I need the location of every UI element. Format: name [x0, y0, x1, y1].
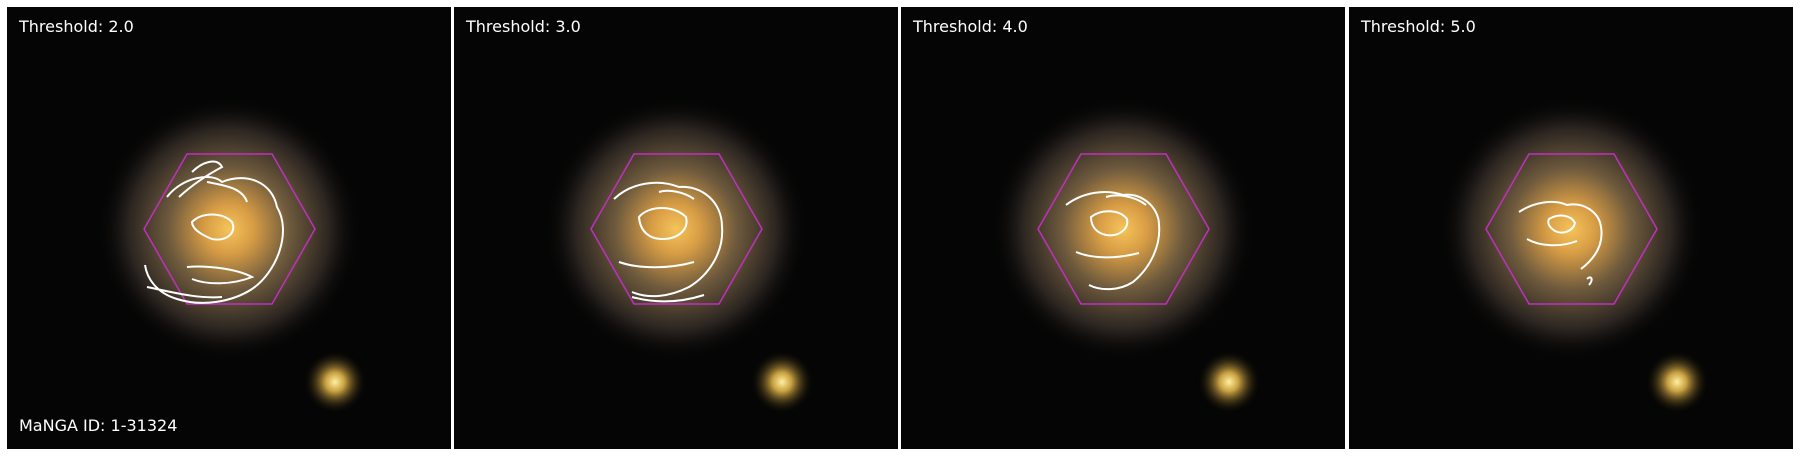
panel-threshold-5: Threshold: 5.0 [1349, 7, 1793, 449]
companion-galaxy [1197, 350, 1261, 414]
galaxy-image [7, 7, 451, 449]
threshold-label: Threshold: 5.0 [1361, 17, 1476, 36]
panel-threshold-2: Threshold: 2.0 MaNGA ID: 1-31324 [7, 7, 451, 449]
companion-galaxy [303, 350, 367, 414]
threshold-label: Threshold: 3.0 [466, 17, 581, 36]
galaxy [541, 94, 811, 364]
galaxy-image [1349, 7, 1793, 449]
panel-threshold-4: Threshold: 4.0 [901, 7, 1345, 449]
companion-galaxy [750, 350, 814, 414]
panel-threshold-3: Threshold: 3.0 [454, 7, 898, 449]
galaxy-image [454, 7, 898, 449]
galaxy [988, 94, 1258, 364]
galaxy-image [901, 7, 1345, 449]
galaxy [94, 94, 364, 364]
companion-galaxy [1645, 350, 1709, 414]
threshold-label: Threshold: 4.0 [913, 17, 1028, 36]
manga-id-label: MaNGA ID: 1-31324 [19, 416, 178, 435]
threshold-label: Threshold: 2.0 [19, 17, 134, 36]
